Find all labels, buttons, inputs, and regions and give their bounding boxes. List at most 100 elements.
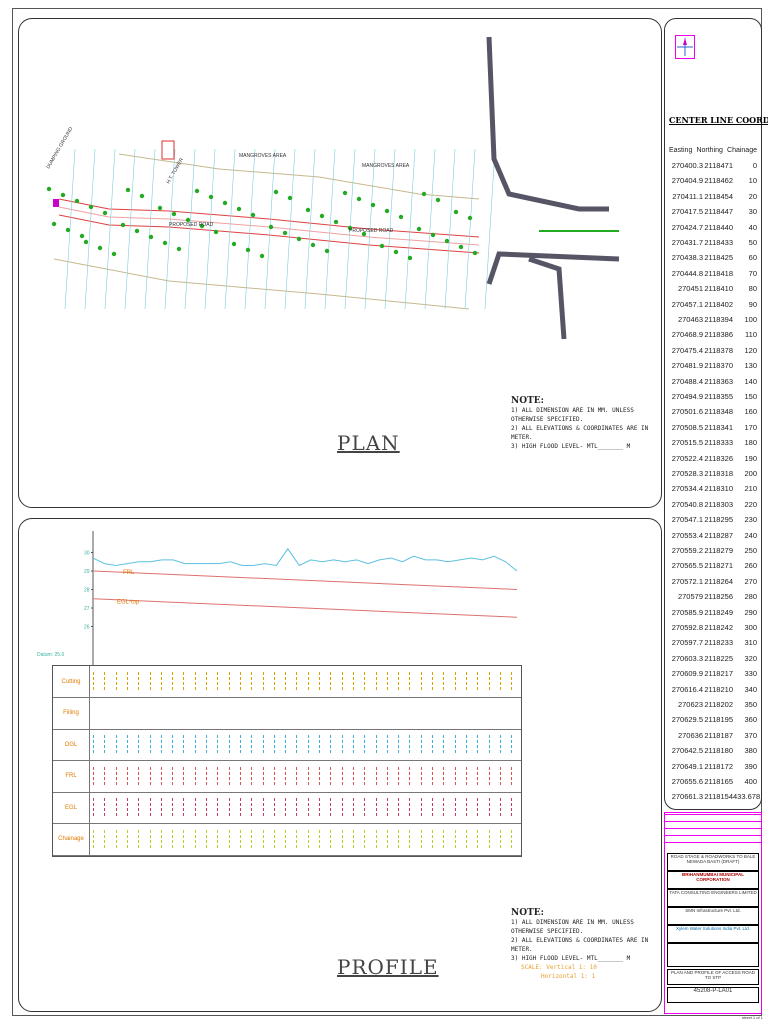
coordinate-row: 270655.6 2118165 400 bbox=[669, 777, 757, 786]
tree-icon bbox=[222, 200, 228, 206]
coordinate-row: 270649.1 2118172 390 bbox=[669, 762, 757, 771]
tree-icon bbox=[305, 207, 311, 213]
profile-value-mark bbox=[352, 735, 355, 753]
profile-value-mark bbox=[285, 829, 287, 848]
coordinate-cell: 270661.3 bbox=[671, 792, 703, 802]
coordinate-cell: 270559.2 bbox=[671, 546, 703, 555]
client-name: BRIHANMUMBAI MUNICIPAL CORPORATION bbox=[667, 871, 759, 889]
plan-notes: NOTE: 1) ALL DIMENSION ARE IN MM. UNLESS… bbox=[511, 397, 661, 451]
tree-icon bbox=[467, 215, 473, 221]
coordinate-cell: 270424.7 bbox=[671, 222, 703, 232]
profile-value-mark bbox=[352, 672, 355, 690]
tree-icon bbox=[384, 208, 390, 214]
profile-value-mark bbox=[488, 766, 491, 785]
profile-value-mark bbox=[443, 798, 445, 816]
profile-title: PROFILE bbox=[337, 955, 439, 979]
profile-value-mark bbox=[115, 829, 118, 848]
profile-value-mark bbox=[375, 735, 378, 753]
profile-value-mark bbox=[319, 735, 321, 753]
profile-value-mark bbox=[194, 798, 197, 816]
profile-value-mark bbox=[262, 672, 265, 690]
profile-value-mark bbox=[273, 766, 276, 785]
coordinate-cell: 2118249 bbox=[704, 607, 733, 617]
coordinate-cell: 200 bbox=[744, 469, 757, 478]
cross-section-line bbox=[484, 148, 496, 310]
tree-icon bbox=[120, 222, 126, 228]
tree-icon bbox=[250, 212, 256, 218]
tree-icon bbox=[51, 221, 57, 227]
profile-value-mark bbox=[296, 766, 298, 785]
profile-value-mark bbox=[432, 798, 434, 816]
coordinate-cell: 230 bbox=[744, 515, 757, 525]
profile-value-mark bbox=[477, 829, 479, 848]
profile-value-mark bbox=[398, 766, 400, 785]
profile-value-mark bbox=[364, 766, 366, 785]
coordinate-cell: 2118217 bbox=[704, 669, 733, 679]
profile-value-mark bbox=[172, 735, 174, 753]
tree-icon bbox=[356, 196, 362, 202]
coordinate-cell: 2118394 bbox=[704, 315, 733, 324]
coordinate-row: 270431.7 2118433 50 bbox=[669, 238, 757, 247]
tree-icon bbox=[398, 214, 404, 220]
profile-value-mark bbox=[386, 798, 389, 816]
profile-value-mark bbox=[194, 766, 197, 785]
profile-value-mark bbox=[104, 735, 106, 753]
profile-value-mark bbox=[409, 829, 411, 848]
tree-icon bbox=[83, 239, 89, 245]
profile-value-mark bbox=[307, 766, 310, 785]
profile-value-mark bbox=[296, 672, 298, 690]
coordinate-row: 270424.7 2118440 40 bbox=[669, 223, 757, 232]
profile-value-mark bbox=[160, 672, 163, 690]
profile-value-mark bbox=[319, 672, 321, 690]
coordinates-heading: CENTER LINE COORDINATES bbox=[669, 115, 768, 125]
profile-row-label: Chainage bbox=[53, 823, 90, 855]
profile-value-mark bbox=[149, 798, 152, 816]
coordinate-cell: 2118370 bbox=[704, 361, 733, 371]
profile-value-mark bbox=[115, 766, 118, 785]
coordinate-cell: 120 bbox=[744, 345, 757, 355]
plan-note-line: 3) HIGH FLOOD LEVEL- MTL_______ M bbox=[511, 443, 631, 450]
profile-value-mark bbox=[296, 735, 298, 753]
profile-value-mark bbox=[273, 672, 276, 690]
profile-value-mark bbox=[285, 766, 287, 785]
coordinate-cell: 270494.9 bbox=[671, 392, 703, 401]
profile-value-mark bbox=[511, 735, 513, 753]
profile-value-mark bbox=[352, 829, 355, 848]
profile-value-mark bbox=[285, 735, 287, 753]
profile-value-mark bbox=[228, 766, 231, 785]
profile-value-mark bbox=[183, 672, 185, 690]
profile-value-mark bbox=[443, 766, 445, 785]
coordinate-cell: 2118363 bbox=[704, 376, 733, 386]
col-chainage: Chainage bbox=[727, 147, 757, 154]
profile-value-mark bbox=[296, 798, 298, 816]
coordinate-cell: 270438.3 bbox=[671, 253, 703, 263]
tree-icon bbox=[310, 242, 316, 248]
y-tick-label: 27 bbox=[84, 606, 90, 612]
mangroves-label: MANGROVES AREA bbox=[362, 163, 410, 169]
coordinate-cell: 270540.8 bbox=[671, 499, 703, 509]
profile-value-mark bbox=[93, 798, 95, 816]
profile-value-mark bbox=[172, 672, 174, 690]
coordinate-cell: 350 bbox=[744, 700, 757, 709]
coordinate-row: 270603.3 2118225 320 bbox=[669, 654, 757, 663]
coordinate-row: 270508.5 2118341 170 bbox=[669, 423, 757, 432]
coordinate-cell: 390 bbox=[744, 761, 757, 771]
coordinate-cell: 270629.5 bbox=[671, 715, 703, 725]
tree-icon bbox=[60, 192, 66, 198]
profile-value-mark bbox=[115, 672, 118, 690]
profile-value-mark bbox=[273, 798, 276, 816]
profile-value-mark bbox=[398, 672, 400, 690]
profile-value-mark bbox=[160, 735, 163, 753]
coordinate-cell: 270534.4 bbox=[671, 484, 703, 494]
coordinate-cell: 270655.6 bbox=[671, 777, 703, 786]
profile-value-mark bbox=[262, 735, 265, 753]
profile-row: Cutting bbox=[53, 666, 521, 698]
proposed-road-label: PROPOSED ROAD bbox=[169, 222, 214, 228]
coordinate-cell: 290 bbox=[744, 607, 757, 617]
profile-value-mark bbox=[420, 672, 423, 690]
profile-value-mark bbox=[183, 735, 185, 753]
coordinate-cell: 180 bbox=[744, 438, 757, 448]
profile-value-mark bbox=[420, 735, 423, 753]
north-arrow-icon bbox=[675, 35, 695, 59]
coordinate-cell: 2118180 bbox=[704, 746, 733, 756]
